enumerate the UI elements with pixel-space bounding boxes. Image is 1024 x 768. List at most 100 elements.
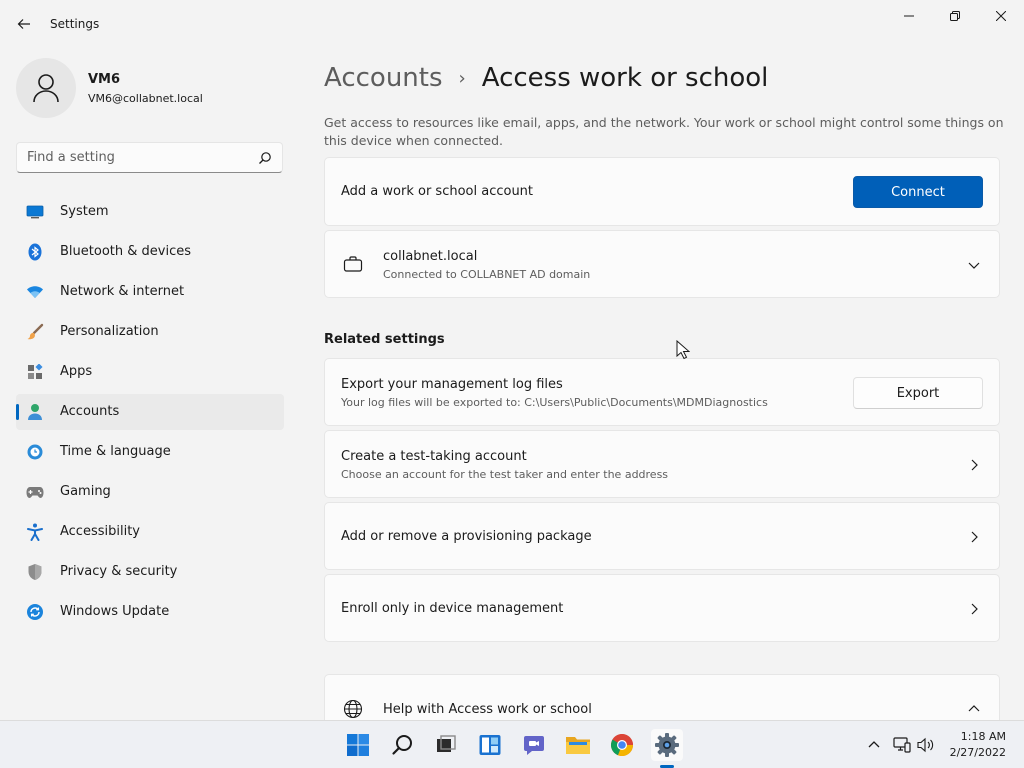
widgets-icon: [479, 735, 501, 755]
minimize-button[interactable]: [886, 4, 932, 28]
sidebar-item-windows-update[interactable]: Windows Update: [16, 594, 284, 630]
sidebar-item-gaming[interactable]: Gaming: [16, 474, 284, 510]
search-icon: [392, 735, 412, 755]
export-button[interactable]: Export: [853, 377, 983, 409]
sidebar-item-system[interactable]: System: [16, 194, 284, 230]
sidebar-item-accessibility[interactable]: Accessibility: [16, 514, 284, 550]
test-account-title: Create a test-taking account: [341, 449, 527, 464]
sidebar-item-label: Bluetooth & devices: [60, 244, 191, 259]
user-name: VM6: [88, 72, 121, 87]
taskbar-widgets-button[interactable]: [474, 729, 506, 761]
taskbar: 1:18 AM 2/27/2022: [0, 720, 1024, 768]
update-icon: [26, 603, 44, 621]
export-logs-card: Export your management log files Your lo…: [324, 358, 1000, 426]
sidebar-item-label: Personalization: [60, 324, 159, 339]
network-icon: [893, 737, 911, 753]
add-account-title: Add a work or school account: [341, 184, 534, 199]
close-button[interactable]: [978, 4, 1024, 28]
taskbar-file-explorer-button[interactable]: [562, 729, 594, 761]
taskbar-clock[interactable]: 1:18 AM 2/27/2022: [950, 729, 1006, 761]
app-title: Settings: [50, 17, 100, 31]
taskbar-task-view-button[interactable]: [430, 729, 462, 761]
sidebar-item-label: Time & language: [60, 444, 171, 459]
globe-clock-icon: [26, 443, 44, 461]
person-icon: [26, 403, 44, 421]
sidebar-item-label: Accounts: [60, 404, 120, 419]
search-input[interactable]: [17, 143, 253, 172]
test-account-card[interactable]: Create a test-taking account Choose an a…: [324, 430, 1000, 498]
export-logs-path: Your log files will be exported to: C:\U…: [341, 396, 768, 409]
taskbar-chrome-button[interactable]: [606, 729, 638, 761]
file-explorer-icon: [566, 737, 590, 754]
taskbar-start-button[interactable]: [342, 729, 374, 761]
chevron-right-icon: [971, 531, 978, 543]
search-icon[interactable]: [258, 151, 272, 165]
test-account-subtitle: Choose an account for the test taker and…: [341, 468, 669, 481]
title-bar: Settings: [0, 0, 1024, 48]
tray-network-button[interactable]: [892, 735, 912, 755]
user-email: VM6@collabnet.local: [88, 92, 203, 105]
account-domain: collabnet.local: [383, 249, 478, 264]
provisioning-title: Add or remove a provisioning package: [341, 529, 592, 544]
search-box[interactable]: [16, 142, 283, 173]
sidebar-item-apps[interactable]: Apps: [16, 354, 284, 390]
bluetooth-icon: [26, 243, 44, 261]
chevron-down-icon[interactable]: [967, 258, 981, 272]
sidebar-item-personalization[interactable]: Personalization: [16, 314, 284, 350]
volume-icon: [917, 737, 934, 753]
page-title: Access work or school: [481, 63, 769, 93]
sidebar-item-bluetooth[interactable]: Bluetooth & devices: [16, 234, 284, 270]
back-button[interactable]: [12, 12, 36, 36]
sidebar-item-privacy-security[interactable]: Privacy & security: [16, 554, 284, 590]
sidebar-item-label: Accessibility: [60, 524, 140, 539]
brush-icon: [26, 323, 44, 341]
chevron-up-icon: [868, 741, 880, 748]
sidebar-item-label: Gaming: [60, 484, 111, 499]
taskbar-chat-button[interactable]: [518, 729, 550, 761]
taskbar-search-button[interactable]: [387, 729, 419, 761]
sidebar-item-accounts[interactable]: Accounts: [16, 394, 284, 430]
avatar: [16, 58, 76, 118]
sidebar-item-time-language[interactable]: Time & language: [16, 434, 284, 470]
chevron-right-icon: [971, 603, 978, 615]
related-settings-heading: Related settings: [324, 332, 445, 347]
sidebar-item-label: Privacy & security: [60, 564, 178, 579]
page-description: Get access to resources like email, apps…: [324, 115, 1004, 148]
maximize-button[interactable]: [932, 4, 978, 28]
taskbar-settings-button[interactable]: [651, 729, 683, 761]
add-account-card: Add a work or school account Connect: [324, 157, 1000, 226]
settings-icon: [655, 733, 679, 757]
enroll-title: Enroll only in device management: [341, 601, 564, 616]
chevron-right-icon: [971, 459, 978, 471]
minimize-icon: [904, 15, 914, 17]
connected-account-card[interactable]: collabnet.local Connected to COLLABNET A…: [324, 230, 1000, 298]
wifi-icon: [26, 283, 44, 301]
breadcrumb-separator: ›: [458, 67, 466, 89]
sidebar-item-network[interactable]: Network & internet: [16, 274, 284, 310]
chevron-up-icon: [968, 705, 980, 712]
globe-icon: [343, 699, 363, 719]
help-card[interactable]: Help with Access work or school: [324, 674, 1000, 720]
apps-icon: [26, 363, 44, 381]
tray-overflow-button[interactable]: [864, 735, 884, 755]
mouse-cursor-icon: [676, 340, 690, 360]
monitor-icon: [26, 203, 44, 221]
arrow-left-icon: [17, 19, 30, 29]
person-icon: [33, 74, 59, 103]
sidebar-nav: System Bluetooth & devices Network & int…: [16, 194, 284, 634]
breadcrumb-parent[interactable]: Accounts: [324, 63, 443, 93]
task-view-icon: [437, 735, 456, 752]
connect-button[interactable]: Connect: [853, 176, 983, 208]
clock-time: 1:18 AM: [960, 730, 1006, 743]
provisioning-card[interactable]: Add or remove a provisioning package: [324, 502, 1000, 570]
start-icon: [347, 734, 369, 756]
chrome-icon: [610, 734, 634, 757]
sidebar-item-label: System: [60, 204, 109, 219]
user-profile[interactable]: VM6 VM6@collabnet.local: [16, 58, 286, 118]
gamepad-icon: [26, 483, 44, 501]
tray-volume-button[interactable]: [916, 735, 936, 755]
enroll-card[interactable]: Enroll only in device management: [324, 574, 1000, 642]
chat-icon: [524, 736, 544, 755]
accessibility-icon: [26, 523, 44, 541]
help-title: Help with Access work or school: [383, 702, 592, 717]
